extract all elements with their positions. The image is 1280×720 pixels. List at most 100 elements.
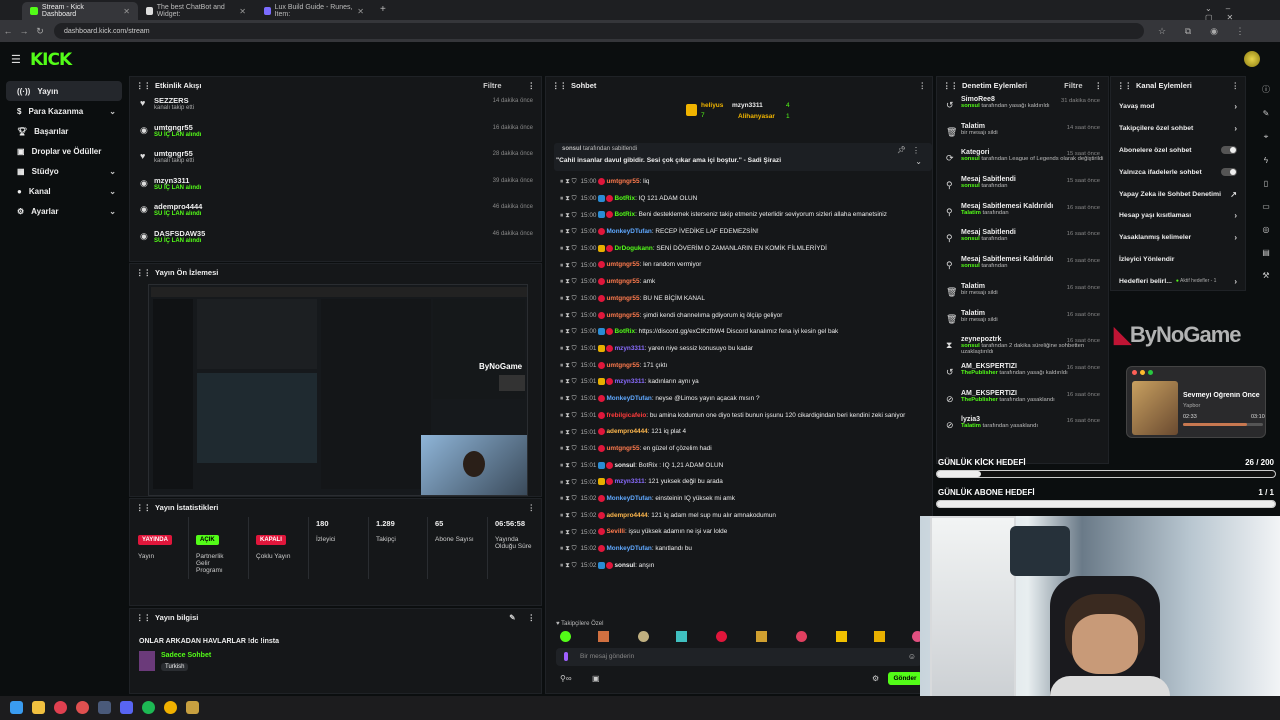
message-actions-icon[interactable]: ⏸⧗⛉ xyxy=(560,312,578,319)
more-options-icon[interactable]: ⋮ xyxy=(1232,81,1240,90)
more-options-icon[interactable]: ⋮ xyxy=(528,503,536,512)
more-options-icon[interactable]: ⋮ xyxy=(912,146,920,155)
chat-message[interactable]: ⏸⧗⛉ 15:00 MonkeyDTufan: RECEP İVEDİKE LAF … xyxy=(546,224,932,241)
message-actions-icon[interactable]: ⏸⧗⛉ xyxy=(560,178,578,185)
message-actions-icon[interactable]: ⏸⧗⛉ xyxy=(560,362,578,369)
message-actions-icon[interactable]: ⏸⧗⛉ xyxy=(560,562,578,569)
activity-row[interactable]: ◉ mzyn3311 SU İÇ LAN alındı 39 dakika ön… xyxy=(130,174,541,201)
chat-settings-icon[interactable]: ⚙ xyxy=(872,674,879,683)
more-options-icon[interactable]: ⋮ xyxy=(528,81,536,90)
channel-action-item[interactable]: Yavaş mod › xyxy=(1111,96,1245,118)
hamburger-menu-icon[interactable]: ☰ xyxy=(11,53,21,66)
emote-icon[interactable] xyxy=(716,631,727,642)
message-username[interactable]: umtgngr55 xyxy=(606,295,639,302)
chat-message[interactable]: ⏸⧗⛉ 15:00 umtgngr55: len random vermiyor xyxy=(546,257,932,274)
wrench-icon[interactable]: ⚒ xyxy=(1254,271,1278,280)
mod-action-row[interactable]: ⊘ lyzia3 Talatim tarafından yasaklandı 1… xyxy=(937,414,1108,441)
lightning-icon[interactable]: ϟ xyxy=(1254,156,1278,165)
sidebar-item-para-kazanma[interactable]: $ Para Kazanma ⌄ xyxy=(6,101,122,121)
radio-icon[interactable]: ◎ xyxy=(1254,225,1278,234)
document-icon[interactable]: ▯ xyxy=(1254,179,1278,188)
edit-pencil-icon[interactable]: ✎ xyxy=(509,613,515,622)
sidebar-item-droplar[interactable]: ▣ Droplar ve Ödüller xyxy=(6,141,122,161)
more-options-icon[interactable]: ⋮ xyxy=(528,613,536,622)
chat-message[interactable]: ⏸⧗⛉ 15:02 Sevilli: işsu yüksek adamın ne i… xyxy=(546,524,932,541)
sidebar-item-kanal[interactable]: ● Kanal ⌄ xyxy=(6,181,122,201)
message-username[interactable]: DrDogukann xyxy=(614,245,652,252)
message-username[interactable]: sonsul xyxy=(614,562,635,569)
message-username[interactable]: MonkeyDTufan xyxy=(606,545,651,552)
discord-icon[interactable] xyxy=(120,701,133,714)
chat-message[interactable]: ⏸⧗⛉ 15:01 mzyn3311: yaren niye sessiz konu… xyxy=(546,341,932,358)
message-username[interactable]: MonkeyDTufan xyxy=(606,228,651,235)
browser-tab[interactable]: Stream - Kick Dashboard ✕ xyxy=(22,2,138,20)
channel-action-item[interactable]: Yalnızca ifadelerle sohbet xyxy=(1111,161,1245,183)
url-input[interactable]: dashboard.kick.com/stream xyxy=(54,23,1144,39)
message-actions-icon[interactable]: ⏸⧗⛉ xyxy=(560,228,578,235)
chat-bubble-icon[interactable]: ▭ xyxy=(1254,202,1278,211)
extensions-icon[interactable]: ⧉ xyxy=(1180,26,1196,37)
message-actions-icon[interactable]: ⏸⧗⛉ xyxy=(560,345,578,352)
menu-icon[interactable]: ⋮ xyxy=(1232,26,1248,37)
grip-icon[interactable]: ⋮⋮ xyxy=(136,268,151,277)
browser-tab[interactable]: The best ChatBot and Widget: ✕ xyxy=(138,2,254,20)
activity-row[interactable]: ◉ umtgngr55 SU İÇ LAN alındı 16 dakika ö… xyxy=(130,121,541,148)
message-username[interactable]: MonkeyDTufan xyxy=(606,495,651,502)
mod-action-row[interactable]: ⚲ Mesaj Sabitlemesi Kaldırıldı sonsul ta… xyxy=(937,254,1108,281)
chat-message[interactable]: ⏸⧗⛉ 15:02 sonsul: anşın xyxy=(546,558,932,575)
mod-action-row[interactable]: ⟳ Kategori sonsul tarafından League of L… xyxy=(937,147,1108,174)
message-actions-icon[interactable]: ⏸⧗⛉ xyxy=(560,545,578,552)
new-tab-icon[interactable]: + xyxy=(380,4,386,15)
activity-row[interactable]: ♥ SEZZERS kanalı takip etti 14 dakika ön… xyxy=(130,94,541,121)
activity-row[interactable]: ♥ umtgngr55 kanalı takip etti 28 dakika … xyxy=(130,147,541,174)
emote-icon[interactable] xyxy=(598,631,609,642)
profile-icon[interactable]: ◉ xyxy=(1206,26,1222,37)
chat-message[interactable]: ⏸⧗⛉ 15:00 BotRix: IQ 121 ADAM OLUN xyxy=(546,191,932,208)
file-explorer-icon[interactable] xyxy=(32,701,45,714)
channel-action-item[interactable]: Hesap yaşı kısıtlaması › xyxy=(1111,205,1245,227)
channel-action-item[interactable]: Hedefleri belirl... ● Aktif hedefler - 1 › xyxy=(1111,270,1245,292)
pin-icon[interactable]: 📌︎ xyxy=(897,146,906,154)
back-icon[interactable]: ← xyxy=(0,26,16,36)
chat-message[interactable]: ⏸⧗⛉ 15:00 DrDogukann: SENİ DÖVERİM O ZAMAN… xyxy=(546,241,932,258)
chat-message[interactable]: ⏸⧗⛉ 15:01 mzyn3311: kadınların aynı ya xyxy=(546,374,932,391)
message-username[interactable]: umtgngr55 xyxy=(606,445,639,452)
message-username[interactable]: umtgngr55 xyxy=(606,312,639,319)
message-username[interactable]: mzyn3311 xyxy=(614,479,644,486)
message-username[interactable]: mzyn3311 xyxy=(614,378,644,385)
mod-action-row[interactable]: ⚲ Mesaj Sabitlendi sonsul tarafından 16 … xyxy=(937,227,1108,254)
message-actions-icon[interactable]: ⏸⧗⛉ xyxy=(560,429,578,436)
message-actions-icon[interactable]: ⏸⧗⛉ xyxy=(560,295,578,302)
target-icon[interactable]: ⌖ xyxy=(1254,132,1278,142)
mod-action-row[interactable]: ⚲ Mesaj Sabitlendi sonsul tarafından 15 … xyxy=(937,174,1108,201)
message-actions-icon[interactable]: ⏸⧗⛉ xyxy=(560,495,578,502)
emote-icon[interactable] xyxy=(676,631,687,642)
close-tab-icon[interactable]: ✕ xyxy=(123,7,130,16)
grip-icon[interactable]: ⋮⋮ xyxy=(136,81,151,90)
mod-action-row[interactable]: ↺ AM_EKSPERTIZI ThePublisher tarafından … xyxy=(937,361,1108,388)
grip-icon[interactable]: ⋮⋮ xyxy=(1117,81,1132,90)
message-username[interactable]: mzyn3311 xyxy=(614,345,644,352)
message-actions-icon[interactable]: ⏸⧗⛉ xyxy=(560,378,578,385)
stream-preview-video[interactable]: ByNoGame xyxy=(148,284,528,496)
chat-message[interactable]: ⏸⧗⛉ 15:00 BotRix: Beni destekleme​k isters… xyxy=(546,207,932,224)
message-username[interactable]: BotRix xyxy=(614,195,635,202)
message-username[interactable]: adempro4444 xyxy=(606,429,647,436)
close-tab-icon[interactable]: ✕ xyxy=(357,7,364,16)
gifter-name[interactable]: mzyn3311 xyxy=(732,102,763,109)
emote-icon[interactable] xyxy=(560,631,571,642)
gifter-name[interactable]: Alihanyasar xyxy=(738,113,775,120)
chat-message[interactable]: ⏸⧗⛉ 15:01 umtgngr55: en güzel of çözelim h… xyxy=(546,441,932,458)
forward-icon[interactable]: → xyxy=(16,26,32,36)
message-actions-icon[interactable]: ⏸⧗⛉ xyxy=(560,445,578,452)
activity-row[interactable]: ◉ adempro4444 SU İÇ LAN alındı 46 dakika… xyxy=(130,200,541,227)
grip-icon[interactable]: ⋮⋮ xyxy=(552,81,567,90)
sidebar-item-yayin[interactable]: ((·)) Yayın xyxy=(6,81,122,101)
bookmark-star-icon[interactable]: ☆ xyxy=(1154,26,1170,37)
chat-input[interactable]: Bir mesaj gönderin ☺ xyxy=(556,648,922,666)
mod-action-row[interactable]: ⚲ Mesaj Sabitlemesi Kaldırıldı Talatim t… xyxy=(937,201,1108,228)
message-actions-icon[interactable]: ⏸⧗⛉ xyxy=(560,529,578,536)
channel-action-item[interactable]: Takipçilere özel sohbet › xyxy=(1111,118,1245,140)
message-username[interactable]: sonsul xyxy=(614,462,635,469)
message-username[interactable]: BotRix xyxy=(614,328,635,335)
